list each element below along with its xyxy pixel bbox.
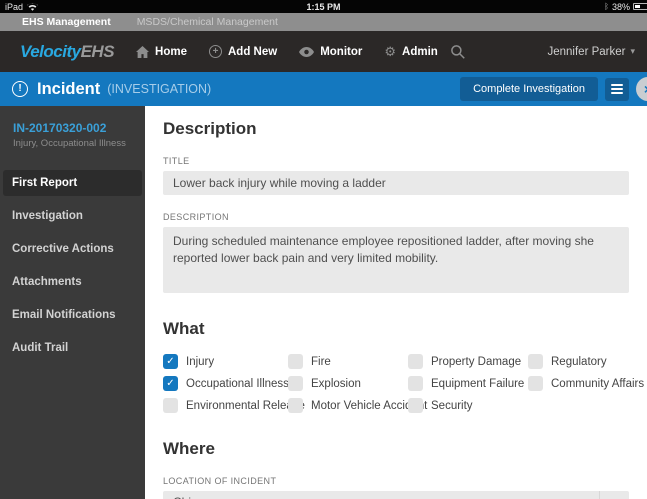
plus-glyph: + bbox=[212, 45, 219, 57]
checkbox-box: ✓ bbox=[528, 376, 543, 391]
workflow-stage-label: (INVESTIGATION) bbox=[107, 82, 212, 96]
checkbox-label: Fire bbox=[311, 355, 331, 368]
record-id-link[interactable]: IN-20170320-002 bbox=[0, 121, 145, 135]
checkbox-injury[interactable]: ✓ Injury bbox=[163, 354, 288, 369]
checkbox-box: ✓ bbox=[288, 376, 303, 391]
incident-header-bar: ! Incident (INVESTIGATION) Complete Inve… bbox=[0, 72, 647, 106]
record-subtitle: Injury, Occupational Illness bbox=[13, 138, 126, 149]
nav-item-label: Monitor bbox=[320, 45, 363, 58]
checkbox-box: ✓ bbox=[408, 376, 423, 391]
nav-item-home[interactable]: Home bbox=[136, 46, 187, 58]
checkbox-label: Community Affairs bbox=[551, 377, 645, 390]
eye-icon bbox=[299, 46, 315, 57]
sidebar-item-investigation[interactable]: Investigation bbox=[3, 203, 142, 229]
section-heading-description: Description bbox=[163, 119, 257, 138]
title-input[interactable] bbox=[163, 171, 629, 195]
section-heading-what: What bbox=[163, 319, 205, 338]
checkbox-environmental-release[interactable]: ✓ Environmental Release bbox=[163, 398, 305, 413]
checkbox-box: ✓ bbox=[528, 354, 543, 369]
logo-primary-text: Velocity bbox=[20, 41, 81, 61]
checkbox-box: ✓ bbox=[408, 354, 423, 369]
sidebar-menu: First Report Investigation Corrective Ac… bbox=[0, 170, 145, 361]
checkbox-box: ✓ bbox=[163, 398, 178, 413]
checkbox-motor-vehicle-accident[interactable]: ✓ Motor Vehicle Accident bbox=[288, 398, 427, 413]
checkbox-box: ✓ bbox=[163, 354, 178, 369]
nav-item-label: Add New bbox=[228, 45, 278, 58]
logo-secondary-text: EHS bbox=[80, 41, 115, 61]
checkbox-regulatory[interactable]: ✓ Regulatory bbox=[528, 354, 644, 369]
checkbox-label: Security bbox=[431, 399, 473, 412]
nav-item-label: Home bbox=[155, 45, 187, 58]
screen: iPad 1:15 PM ᛒ 38% EHS Management MSDS/C… bbox=[0, 0, 647, 499]
checkbox-label: Equipment Failure bbox=[431, 377, 525, 390]
checkbox-label: Explosion bbox=[311, 377, 361, 390]
search-icon[interactable] bbox=[450, 44, 466, 59]
plus-circle-icon: + bbox=[209, 45, 222, 58]
user-menu[interactable]: Jennifer Parker ▾ bbox=[547, 46, 635, 58]
hamburger-menu-button[interactable] bbox=[605, 77, 629, 101]
sidebar-item-attachments[interactable]: Attachments bbox=[3, 269, 142, 295]
description-field-label: DESCRIPTION bbox=[163, 212, 229, 222]
battery-icon bbox=[633, 3, 647, 10]
checkbox-property-damage[interactable]: ✓ Property Damage bbox=[408, 354, 528, 369]
checkmark-icon: ✓ bbox=[166, 356, 175, 367]
checkbox-fire[interactable]: ✓ Fire bbox=[288, 354, 408, 369]
checkbox-explosion[interactable]: ✓ Explosion bbox=[288, 376, 408, 391]
location-select-value: Chicago bbox=[163, 495, 599, 499]
checkmark-icon: ✓ bbox=[166, 378, 175, 389]
checkbox-label: Regulatory bbox=[551, 355, 607, 368]
tab-msds-chemical-management[interactable]: MSDS/Chemical Management bbox=[137, 16, 278, 28]
checkbox-label: Injury bbox=[186, 355, 215, 368]
location-select[interactable]: Chicago bbox=[163, 491, 629, 499]
velocityehs-logo[interactable]: VelocityEHS bbox=[20, 41, 115, 62]
nav-item-label: Admin bbox=[402, 45, 438, 58]
hamburger-bar bbox=[611, 84, 623, 86]
page-title: Incident bbox=[37, 79, 101, 98]
complete-investigation-button[interactable]: Complete Investigation bbox=[460, 77, 598, 101]
title-field-label: TITLE bbox=[163, 156, 190, 166]
battery-percent: 38% bbox=[611, 1, 630, 12]
product-tab-bar: EHS Management MSDS/Chemical Management bbox=[0, 13, 647, 31]
main-nav-bar: VelocityEHS Home + Add New Monitor ⚙ Adm… bbox=[0, 31, 647, 72]
nav-item-admin[interactable]: ⚙ Admin bbox=[384, 45, 437, 58]
checkbox-occupational-illness[interactable]: ✓ Occupational Illness bbox=[163, 376, 289, 391]
chevron-down-icon: ▾ bbox=[630, 46, 635, 56]
checkbox-label: Property Damage bbox=[431, 355, 522, 368]
checkbox-security[interactable]: ✓ Security bbox=[408, 398, 528, 413]
location-field-label: LOCATION OF INCIDENT bbox=[163, 476, 277, 486]
sidebar-item-email-notifications[interactable]: Email Notifications bbox=[3, 302, 142, 328]
tab-ehs-management[interactable]: EHS Management bbox=[22, 16, 111, 28]
checkbox-label: Occupational Illness bbox=[186, 377, 289, 390]
first-report-form: Description TITLE DESCRIPTION During sch… bbox=[145, 106, 647, 499]
user-name: Jennifer Parker bbox=[547, 45, 626, 58]
description-textarea[interactable]: During scheduled maintenance employee re… bbox=[163, 227, 629, 293]
checkbox-box: ✓ bbox=[408, 398, 423, 413]
incident-alert-icon: ! bbox=[12, 81, 28, 97]
checkbox-community-affairs[interactable]: ✓ Community Affairs bbox=[528, 376, 644, 391]
nav-item-add-new[interactable]: + Add New bbox=[209, 45, 277, 58]
bluetooth-icon: ᛒ bbox=[604, 2, 609, 11]
checkbox-box: ✓ bbox=[288, 354, 303, 369]
status-time: 1:15 PM bbox=[306, 1, 341, 12]
exclamation-glyph: ! bbox=[18, 83, 22, 94]
section-heading-where: Where bbox=[163, 439, 215, 458]
gear-icon: ⚙ bbox=[384, 44, 397, 59]
checkbox-box: ✓ bbox=[163, 376, 178, 391]
sidebar-item-first-report[interactable]: First Report bbox=[3, 170, 142, 196]
record-sidebar: IN-20170320-002 Injury, Occupational Ill… bbox=[0, 106, 145, 499]
incident-type-checkbox-grid: ✓ Injury ✓ Occupational Illness ✓ Enviro… bbox=[163, 354, 644, 413]
checkbox-box: ✓ bbox=[288, 398, 303, 413]
select-chevron-down-icon bbox=[599, 491, 629, 499]
checkbox-equipment-failure[interactable]: ✓ Equipment Failure bbox=[408, 376, 528, 391]
hamburger-bar bbox=[611, 92, 623, 94]
hamburger-bar bbox=[611, 88, 623, 90]
sidebar-item-audit-trail[interactable]: Audit Trail bbox=[3, 335, 142, 361]
nav-item-monitor[interactable]: Monitor bbox=[299, 46, 362, 58]
ios-status-bar: iPad 1:15 PM ᛒ 38% bbox=[0, 0, 647, 13]
home-icon bbox=[136, 45, 150, 58]
sidebar-item-corrective-actions[interactable]: Corrective Actions bbox=[3, 236, 142, 262]
close-button[interactable]: × bbox=[636, 77, 647, 101]
